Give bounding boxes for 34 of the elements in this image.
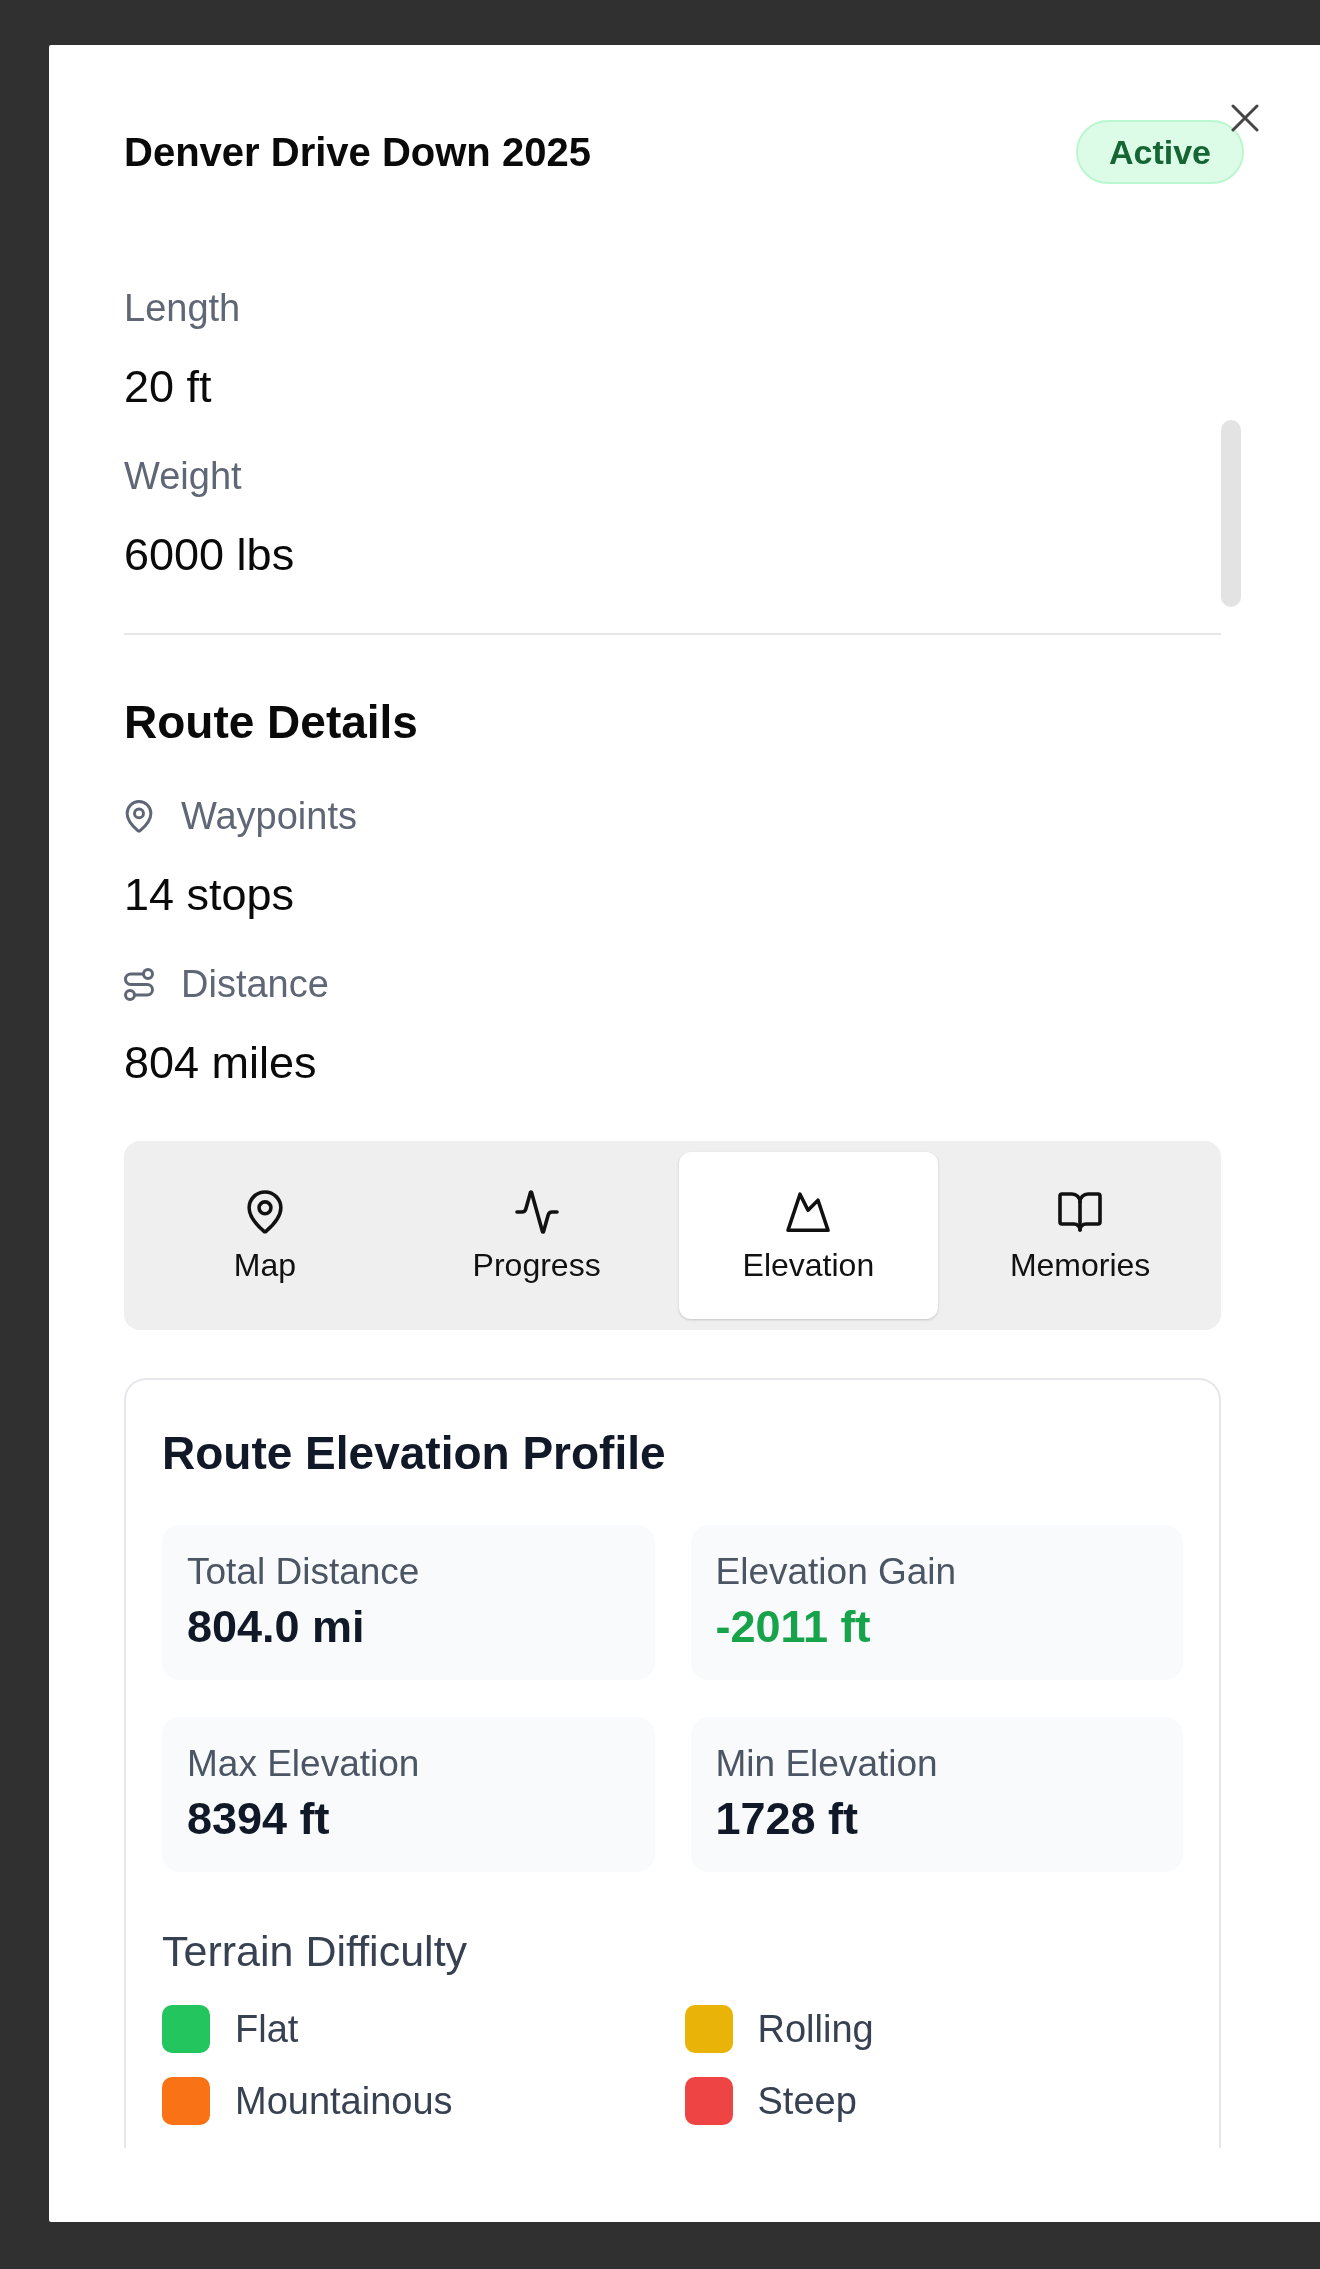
stat-value: 8394 ft — [187, 1793, 331, 1845]
field-value: 6000 lbs — [124, 529, 296, 581]
stat-label: Min Elevation — [715, 1742, 939, 1786]
dialog-title: Denver Drive Down 2025 — [124, 129, 591, 176]
legend-label: Flat — [235, 2007, 299, 2051]
close-button[interactable] — [1231, 104, 1259, 132]
field-label: Waypoints — [181, 794, 357, 838]
legend-label: Steep — [757, 2079, 857, 2123]
section-heading: Route Details — [124, 695, 419, 749]
mountain-icon — [786, 1190, 831, 1234]
stat-value: 804.0 mi — [187, 1601, 366, 1653]
field-label: Length — [124, 286, 242, 330]
stat-value: -2011 ft — [715, 1601, 872, 1653]
field-value: 14 stops — [124, 869, 296, 921]
field-value: 20 ft — [124, 361, 213, 413]
legend-label: Rolling — [757, 2007, 874, 2051]
legend-heading: Terrain Difficulty — [162, 1926, 469, 1976]
route-icon — [124, 967, 154, 1001]
stat-label: Elevation Gain — [715, 1550, 958, 1594]
status-badge: Active — [1075, 120, 1244, 184]
scrollbar-thumb[interactable] — [1221, 420, 1241, 607]
pulse-line-icon — [514, 1190, 559, 1234]
stat-value: 1728 ft — [715, 1793, 860, 1845]
stat-label: Total Distance — [187, 1550, 421, 1594]
book-icon — [1058, 1190, 1103, 1234]
close-icon — [1231, 104, 1259, 132]
field-label: Distance — [181, 962, 329, 1006]
card-title: Route Elevation Profile — [162, 1426, 667, 1480]
tab[interactable]: Elevation — [678, 1152, 939, 1319]
stat-label: Max Elevation — [187, 1742, 421, 1786]
map-pin-icon — [124, 799, 154, 833]
field-label: Weight — [124, 454, 243, 498]
field-value: 804 miles — [124, 1037, 318, 1089]
legend-label: Mountainous — [235, 2079, 453, 2123]
